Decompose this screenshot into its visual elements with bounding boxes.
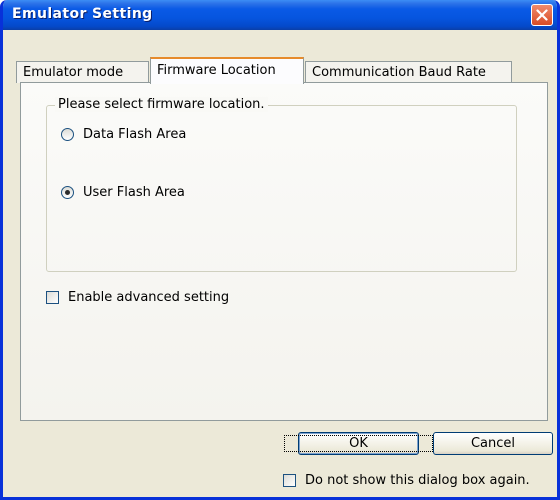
radio-button[interactable] xyxy=(61,128,74,141)
radio-label: User Flash Area xyxy=(83,185,185,200)
ok-button[interactable]: OK xyxy=(284,432,433,455)
dont-show-checkbox[interactable] xyxy=(283,474,296,487)
tab-panel: Please select firmware location. Data Fl… xyxy=(20,82,548,421)
window-title: Emulator Setting xyxy=(12,6,153,22)
radio-option-user-flash[interactable]: User Flash Area xyxy=(61,185,185,200)
title-bar[interactable]: Emulator Setting xyxy=(3,0,557,30)
radio-button-selected[interactable] xyxy=(61,186,74,199)
tab-firmware-location[interactable]: Firmware Location xyxy=(150,57,304,84)
dont-show-checkbox-row[interactable]: Do not show this dialog box again. xyxy=(283,473,530,488)
advanced-setting-checkbox[interactable] xyxy=(46,291,59,304)
tab-emulator-mode[interactable]: Emulator mode xyxy=(16,61,149,83)
advanced-setting-checkbox-row[interactable]: Enable advanced setting xyxy=(46,290,229,305)
advanced-setting-label: Enable advanced setting xyxy=(68,290,230,305)
radio-option-data-flash[interactable]: Data Flash Area xyxy=(61,127,186,142)
close-button[interactable] xyxy=(531,4,553,26)
tab-communication-baud-rate[interactable]: Communication Baud Rate xyxy=(305,61,512,83)
cancel-button-label: Cancel xyxy=(470,436,516,451)
close-icon xyxy=(536,9,548,21)
group-label: Please select firmware location. xyxy=(55,97,268,112)
cancel-button[interactable]: Cancel xyxy=(433,432,553,455)
radio-label: Data Flash Area xyxy=(83,127,187,142)
ok-button-label: OK xyxy=(284,435,433,452)
dialog-window: Emulator Setting Emulator mode Firmware … xyxy=(0,0,560,500)
firmware-location-group: Please select firmware location. Data Fl… xyxy=(46,97,517,272)
dont-show-label: Do not show this dialog box again. xyxy=(305,473,530,488)
